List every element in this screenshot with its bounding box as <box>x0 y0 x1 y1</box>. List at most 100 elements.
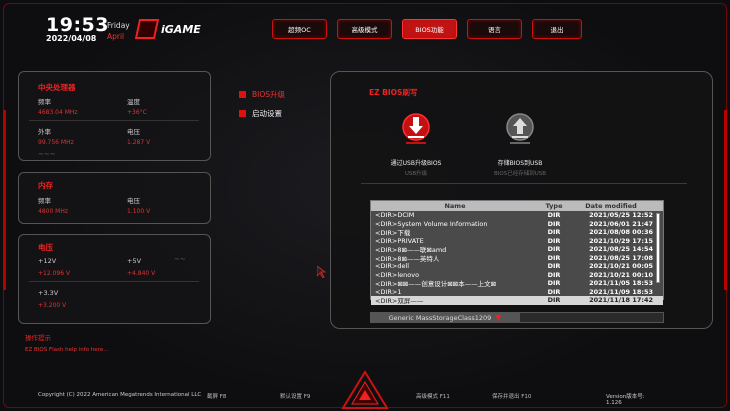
side-menu: BIOS升级 启动设置 <box>239 89 285 127</box>
table-row[interactable]: <DIR>dell DIR 2021/10/21 00:05 <box>371 262 663 271</box>
cell-name: <DIR>⊠⊠——创意设计⊠⊠本——上文⊠ <box>375 280 497 289</box>
table-row[interactable]: <DIR>下载 DIR 2021/08/08 00:36 <box>371 228 663 237</box>
nav-language-button[interactable]: 语言 <box>467 19 522 39</box>
brand-logo: iGAME <box>134 19 201 39</box>
ez-bios-flash-panel: EZ BIOS刷写 通过USB升级BIOS USB升级 存储BIOS到USB B… <box>330 71 713 329</box>
v12-label: +12V <box>38 257 57 265</box>
usb-flash-sublabel: USB升级 <box>404 171 428 177</box>
nav-exit-button[interactable]: 退出 <box>532 19 582 39</box>
brand-name: iGAME <box>161 22 201 36</box>
bullet-icon <box>239 91 246 98</box>
voltage-panel: 电压 +12V +12.096 V +5V +4.840 V +3.3V +3.… <box>18 234 211 324</box>
cpu-temp-label: 温度 <box>127 98 140 106</box>
device-name: Generic MassStorageClass1209 <box>388 313 492 322</box>
version-label: Version版本号: 1.126 <box>606 394 645 406</box>
mem-volt-value: 1.100 V <box>127 208 151 215</box>
panel-title: EZ BIOS刷写 <box>369 88 418 97</box>
cpu-title: 中央处理器 <box>38 83 76 92</box>
cell-date: 2021/08/25 14:54 <box>589 245 653 254</box>
divider <box>29 281 199 282</box>
file-browser-table[interactable]: Name Type Date modified <DIR>DCIM DIR 2021… <box>370 200 664 305</box>
weekday: Friday <box>107 21 130 30</box>
save-bios-sublabel: BIOS已经存储到USB <box>493 171 546 177</box>
table-body: <DIR>DCIM DIR 2021/05/25 12:52 <DIR>System … <box>371 211 663 305</box>
cell-name: <DIR>下载 <box>375 229 411 238</box>
f11-advanced-key[interactable]: 高级模式 F11 <box>416 392 450 400</box>
table-row[interactable]: <DIR>⊠⊠——创意设计⊠⊠本——上文⊠ DIR 2021/11/05 18:53 <box>371 279 663 288</box>
usb-flash-icon <box>402 113 430 144</box>
decor-wave-icon: ∼∼∼ <box>38 150 56 158</box>
nav-oc-button[interactable]: 超频OC <box>272 19 327 39</box>
cell-date: 2021/06/01 21:47 <box>589 219 653 228</box>
menu-item-bios-update[interactable]: BIOS升级 <box>239 89 285 100</box>
mem-freq-value: 4800 MHz <box>38 208 69 215</box>
nav-advanced-button[interactable]: 高级模式 <box>337 19 392 39</box>
copyright: Copyright (C) 2022 American Megatrends I… <box>38 392 202 398</box>
cell-type: DIR <box>547 262 561 271</box>
cpu-freq-value: 4683.04 MHz <box>38 109 78 116</box>
nav-bios-functions-button[interactable]: BIOS功能 <box>402 19 457 39</box>
cell-type: DIR <box>547 245 561 254</box>
decor-wave-icon: ∼∼ <box>174 255 186 263</box>
device-select[interactable]: Generic MassStorageClass1209 ▼ <box>370 312 520 323</box>
column-date[interactable]: Date modified <box>569 202 653 210</box>
brand-emblem-icon <box>341 370 389 409</box>
mem-volt-label: 电压 <box>127 197 140 205</box>
clock: 19:53 2022/04/08 <box>46 14 109 43</box>
mem-freq-label: 频率 <box>38 197 51 205</box>
cpu-volt-value: 1.287 V <box>127 139 151 146</box>
memory-panel: 内存 频率 4800 MHz 电压 1.100 V <box>18 172 211 224</box>
dropdown-arrow-icon: ▼ <box>495 313 502 322</box>
cpu-bclk-value: 99.756 MHz <box>38 139 74 146</box>
clock-time: 19:53 <box>46 14 109 36</box>
cell-type: DIR <box>547 270 561 279</box>
cell-date: 2021/11/09 18:53 <box>589 287 653 296</box>
device-select-extension <box>519 312 664 323</box>
cell-date: 2021/10/21 00:10 <box>589 270 653 279</box>
cpu-bclk-label: 外率 <box>38 128 51 136</box>
cell-name: <DIR>dell <box>375 262 410 271</box>
voltage-title: 电压 <box>38 243 53 252</box>
usb-flash-option[interactable]: 通过USB升级BIOS USB升级 <box>361 112 471 177</box>
cell-date: 2021/11/05 18:53 <box>589 279 653 288</box>
f9-default-key[interactable]: 默认设置 F9 <box>280 392 310 400</box>
tip-text: EZ BIOS Flash help info here... <box>25 347 109 353</box>
f10-save-exit-key[interactable]: 保存并退出 F10 <box>492 392 531 400</box>
menu-item-boot-settings[interactable]: 启动设置 <box>239 108 285 119</box>
tip-title: 操作提示 <box>25 334 51 342</box>
cpu-panel: 中央处理器 频率 4683.04 MHz 温度 +36°C 外率 99.756 … <box>18 71 211 161</box>
table-row[interactable]: <DIR>DCIM DIR 2021/05/25 12:52 <box>371 211 663 220</box>
top-nav: 超频OC 高级模式 BIOS功能 语言 退出 <box>272 19 582 39</box>
cpu-freq-label: 频率 <box>38 98 51 106</box>
frame-accent-right <box>724 110 727 290</box>
usb-flash-label: 通过USB升级BIOS <box>390 160 442 167</box>
cpu-temp-value: +36°C <box>127 109 147 116</box>
table-row[interactable]: <DIR>8⊠——英特人 DIR 2021/08/25 17:08 <box>371 253 663 263</box>
cell-name: <DIR>DCIM <box>375 211 415 220</box>
frame-accent-left <box>3 110 6 290</box>
save-bios-option[interactable]: 存储BIOS到USB BIOS已经存储到USB <box>465 112 575 177</box>
divider <box>361 183 687 184</box>
v33-value: +3.200 V <box>38 302 67 309</box>
mouse-cursor-icon <box>317 266 327 278</box>
table-row[interactable]: <DIR>双屏—— DIR 2021/11/18 17:42 <box>371 296 663 305</box>
bullet-icon <box>239 110 246 117</box>
cell-date: 2021/11/18 17:42 <box>589 296 653 305</box>
cell-date: 2021/10/21 00:05 <box>589 262 653 271</box>
f8-screenshot-key[interactable]: 截屏 F8 <box>207 392 226 400</box>
column-type[interactable]: Type <box>539 202 569 210</box>
v12-value: +12.096 V <box>38 270 71 277</box>
v33-label: +3.3V <box>38 289 59 297</box>
cell-date: 2021/08/25 17:08 <box>589 253 653 262</box>
divider <box>29 120 199 121</box>
brand-mark-icon <box>134 19 160 39</box>
v5-label: +5V <box>127 257 142 265</box>
cell-type: DIR <box>547 236 561 245</box>
day-block: Friday April <box>107 20 130 42</box>
cell-name: <DIR>8⊠——英特人 <box>375 254 440 263</box>
cell-type: DIR <box>547 219 561 228</box>
memory-title: 内存 <box>38 181 53 190</box>
column-name[interactable]: Name <box>371 202 539 210</box>
cell-type: DIR <box>547 287 561 296</box>
table-scrollbar[interactable] <box>656 213 660 283</box>
